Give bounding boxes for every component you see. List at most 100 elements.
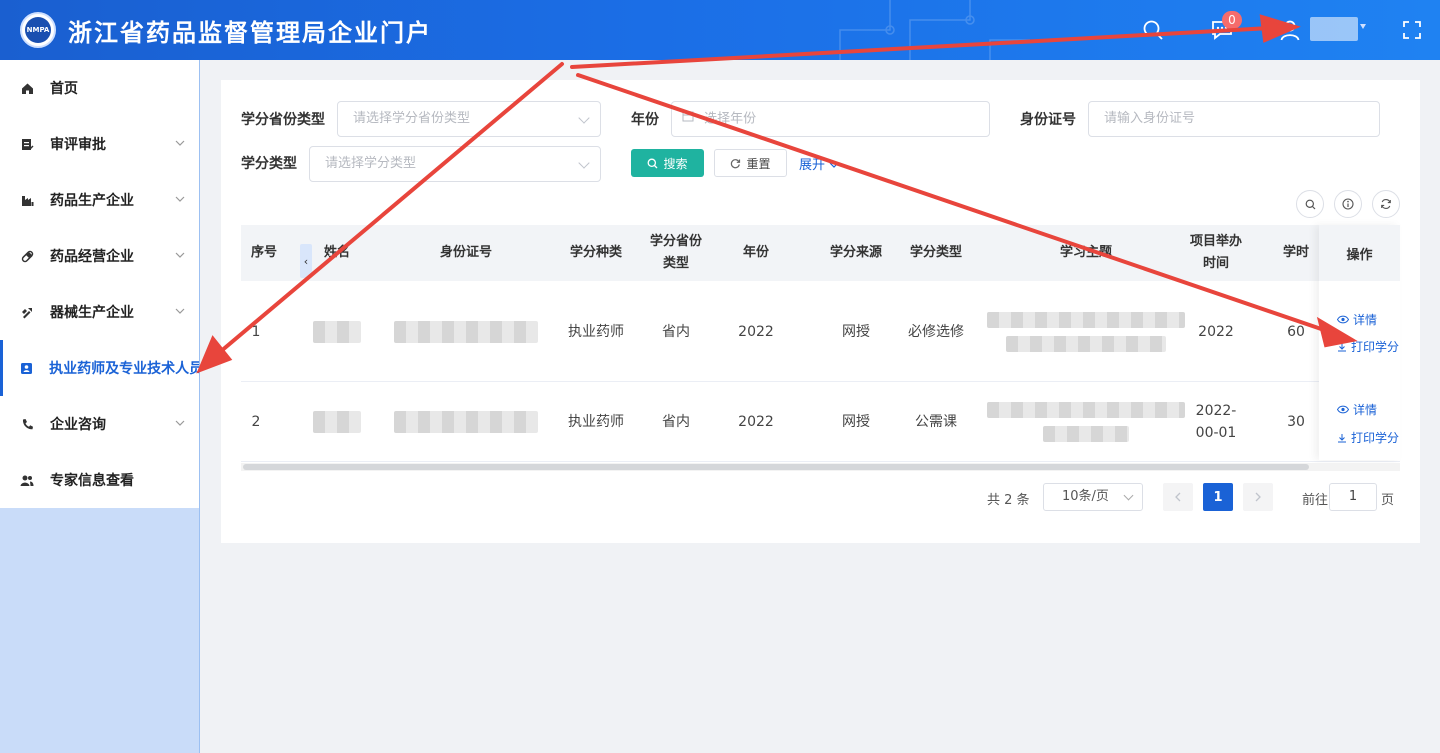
search-button[interactable]: 搜索	[631, 149, 704, 177]
expand-label: 展开	[799, 158, 826, 173]
cell-topic-redacted	[986, 382, 1186, 462]
chevron-down-icon	[578, 112, 590, 124]
detail-link-row-2[interactable]: 详情	[1337, 401, 1377, 418]
search-icon[interactable]	[1141, 18, 1165, 42]
sidebar-item-enterprise-consulting[interactable]: 企业咨询	[0, 396, 199, 452]
cell-hours: 60	[1287, 323, 1305, 340]
eye-icon	[1337, 315, 1349, 324]
cell-topic-redacted	[986, 281, 1186, 382]
table-search-toggle-button[interactable]	[1296, 190, 1324, 218]
column-header-credit-province-type: 学分省份类型	[649, 234, 702, 271]
sidebar-item-label: 专家信息查看	[50, 473, 134, 489]
chevron-down-icon	[175, 308, 185, 314]
refresh-icon	[731, 158, 741, 168]
table-columns-button[interactable]	[1334, 190, 1362, 218]
download-icon	[1338, 342, 1346, 351]
column-header-actions: 操作	[1319, 225, 1400, 281]
next-page-button[interactable]	[1243, 483, 1273, 511]
expand-filters-link[interactable]: 展开	[799, 154, 839, 173]
chevron-down-icon	[175, 140, 185, 146]
table-header: 序号 姓名 身份证号 学分种类 学分省份类型 年份 学分来源 学分类型 学习主题…	[241, 225, 1400, 281]
chevron-left-icon	[1175, 492, 1181, 502]
reset-button-label: 重置	[746, 156, 771, 171]
column-header-hours: 学时	[1282, 245, 1309, 260]
sidebar-item-label: 企业咨询	[50, 417, 106, 433]
print-credit-link-row-1[interactable]: 打印学分	[1337, 338, 1399, 355]
search-button-label: 搜索	[663, 156, 688, 171]
scrollbar-thumb[interactable]	[243, 464, 1309, 470]
id-number-placeholder: 请输入身份证号	[1104, 111, 1196, 126]
id-number-input[interactable]: 请输入身份证号	[1088, 101, 1380, 137]
main-card: 学分省份类型 请选择学分省份类型 年份 选择年份 身份证号 请输入身份证号 学分…	[221, 80, 1420, 543]
table-row: 2 执业药师 省内 2022 网授 公需课 2022-00-01 30	[241, 382, 1400, 462]
cell-credit-source: 网授	[842, 323, 870, 340]
table-horizontal-scrollbar[interactable]	[241, 463, 1400, 471]
user-menu-caret-icon[interactable]	[1360, 24, 1366, 29]
cell-credit-source: 网授	[842, 414, 870, 430]
cell-year: 2022	[738, 323, 774, 340]
sidebar-item-licensed-pharmacist[interactable]: 执业药师及专业技术人员	[0, 340, 199, 396]
chevron-down-icon	[175, 252, 185, 258]
cell-credit-kind: 执业药师	[568, 414, 624, 430]
cell-hours: 30	[1287, 414, 1305, 430]
user-name-redacted[interactable]	[1310, 17, 1358, 41]
cell-name-redacted	[287, 281, 387, 382]
user-icon[interactable]	[1278, 18, 1302, 42]
reset-button[interactable]: 重置	[714, 149, 787, 177]
goto-label: 前往	[1302, 493, 1329, 508]
sidebar-collapse-handle[interactable]: ‹	[300, 244, 312, 278]
sidebar-item-label: 首页	[50, 81, 78, 97]
sidebar-item-label: 药品经营企业	[50, 249, 134, 265]
print-credit-link-row-2[interactable]: 打印学分	[1337, 429, 1399, 446]
site-title: 浙江省药品监督管理局企业门户	[68, 19, 432, 47]
page-number-button[interactable]: 1	[1203, 483, 1233, 511]
logo-text: NMPA	[25, 17, 51, 43]
page-size-select[interactable]: 10条/页	[1043, 483, 1143, 511]
prev-page-button[interactable]	[1163, 483, 1193, 511]
cell-project-time: 2022-00-01	[1195, 403, 1237, 441]
id-number-label: 身份证号	[1020, 112, 1076, 128]
chevron-left-icon: ‹	[303, 254, 309, 268]
goto-page-input[interactable]: 1	[1329, 483, 1377, 511]
cell-credit-type: 必修选修	[908, 323, 964, 340]
message-count-badge: 0	[1222, 11, 1242, 29]
credit-province-type-select[interactable]: 请选择学分省份类型	[337, 101, 601, 137]
year-picker[interactable]: 选择年份	[671, 101, 990, 137]
cell-index: 2	[251, 414, 261, 430]
detail-link-row-1[interactable]: 详情	[1337, 311, 1377, 328]
sidebar-item-drug-distributor[interactable]: 药品经营企业	[0, 228, 199, 284]
column-header-index: 序号	[250, 245, 277, 260]
sidebar-item-label: 器械生产企业	[50, 305, 134, 321]
detail-label: 详情	[1353, 313, 1378, 327]
cell-id-number-redacted	[387, 382, 545, 462]
sidebar: 首页 审评审批 药品生产企业 药品经营企业 器械生产企业 执业药师及专业技术人员…	[0, 60, 200, 753]
credit-type-label: 学分类型	[241, 156, 297, 172]
sidebar-item-label: 药品生产企业	[50, 193, 134, 209]
print-credit-label: 打印学分	[1351, 340, 1400, 354]
sidebar-item-review-approval[interactable]: 审评审批	[0, 116, 199, 172]
cell-project-time: 2022	[1198, 323, 1234, 340]
chevron-down-icon	[578, 157, 590, 169]
site-logo[interactable]: NMPA	[20, 12, 56, 48]
credit-type-placeholder: 请选择学分类型	[325, 156, 417, 171]
action-column: 操作 详情 打印学分 详情 打印学分	[1319, 225, 1400, 460]
credit-type-select[interactable]: 请选择学分类型	[309, 146, 601, 182]
column-header-topic: 学习主题	[1059, 245, 1112, 260]
detail-label: 详情	[1353, 403, 1378, 417]
year-placeholder: 选择年份	[704, 111, 757, 127]
phone-icon	[20, 417, 34, 431]
column-header-id-number: 身份证号	[439, 245, 492, 260]
sidebar-item-home[interactable]: 首页	[0, 60, 199, 116]
chevron-down-icon	[175, 420, 185, 426]
cell-id-number-redacted	[387, 281, 545, 382]
chevron-down-icon	[175, 196, 185, 202]
column-header-year: 年份	[742, 245, 769, 260]
fullscreen-icon[interactable]	[1400, 18, 1424, 42]
sidebar-item-device-manufacturer[interactable]: 器械生产企业	[0, 284, 199, 340]
search-icon	[648, 158, 658, 168]
info-icon	[1342, 198, 1354, 210]
sidebar-item-drug-manufacturer[interactable]: 药品生产企业	[0, 172, 199, 228]
table-refresh-button[interactable]	[1372, 190, 1400, 218]
year-label: 年份	[631, 112, 659, 128]
sidebar-item-expert-info[interactable]: 专家信息查看	[0, 452, 199, 508]
